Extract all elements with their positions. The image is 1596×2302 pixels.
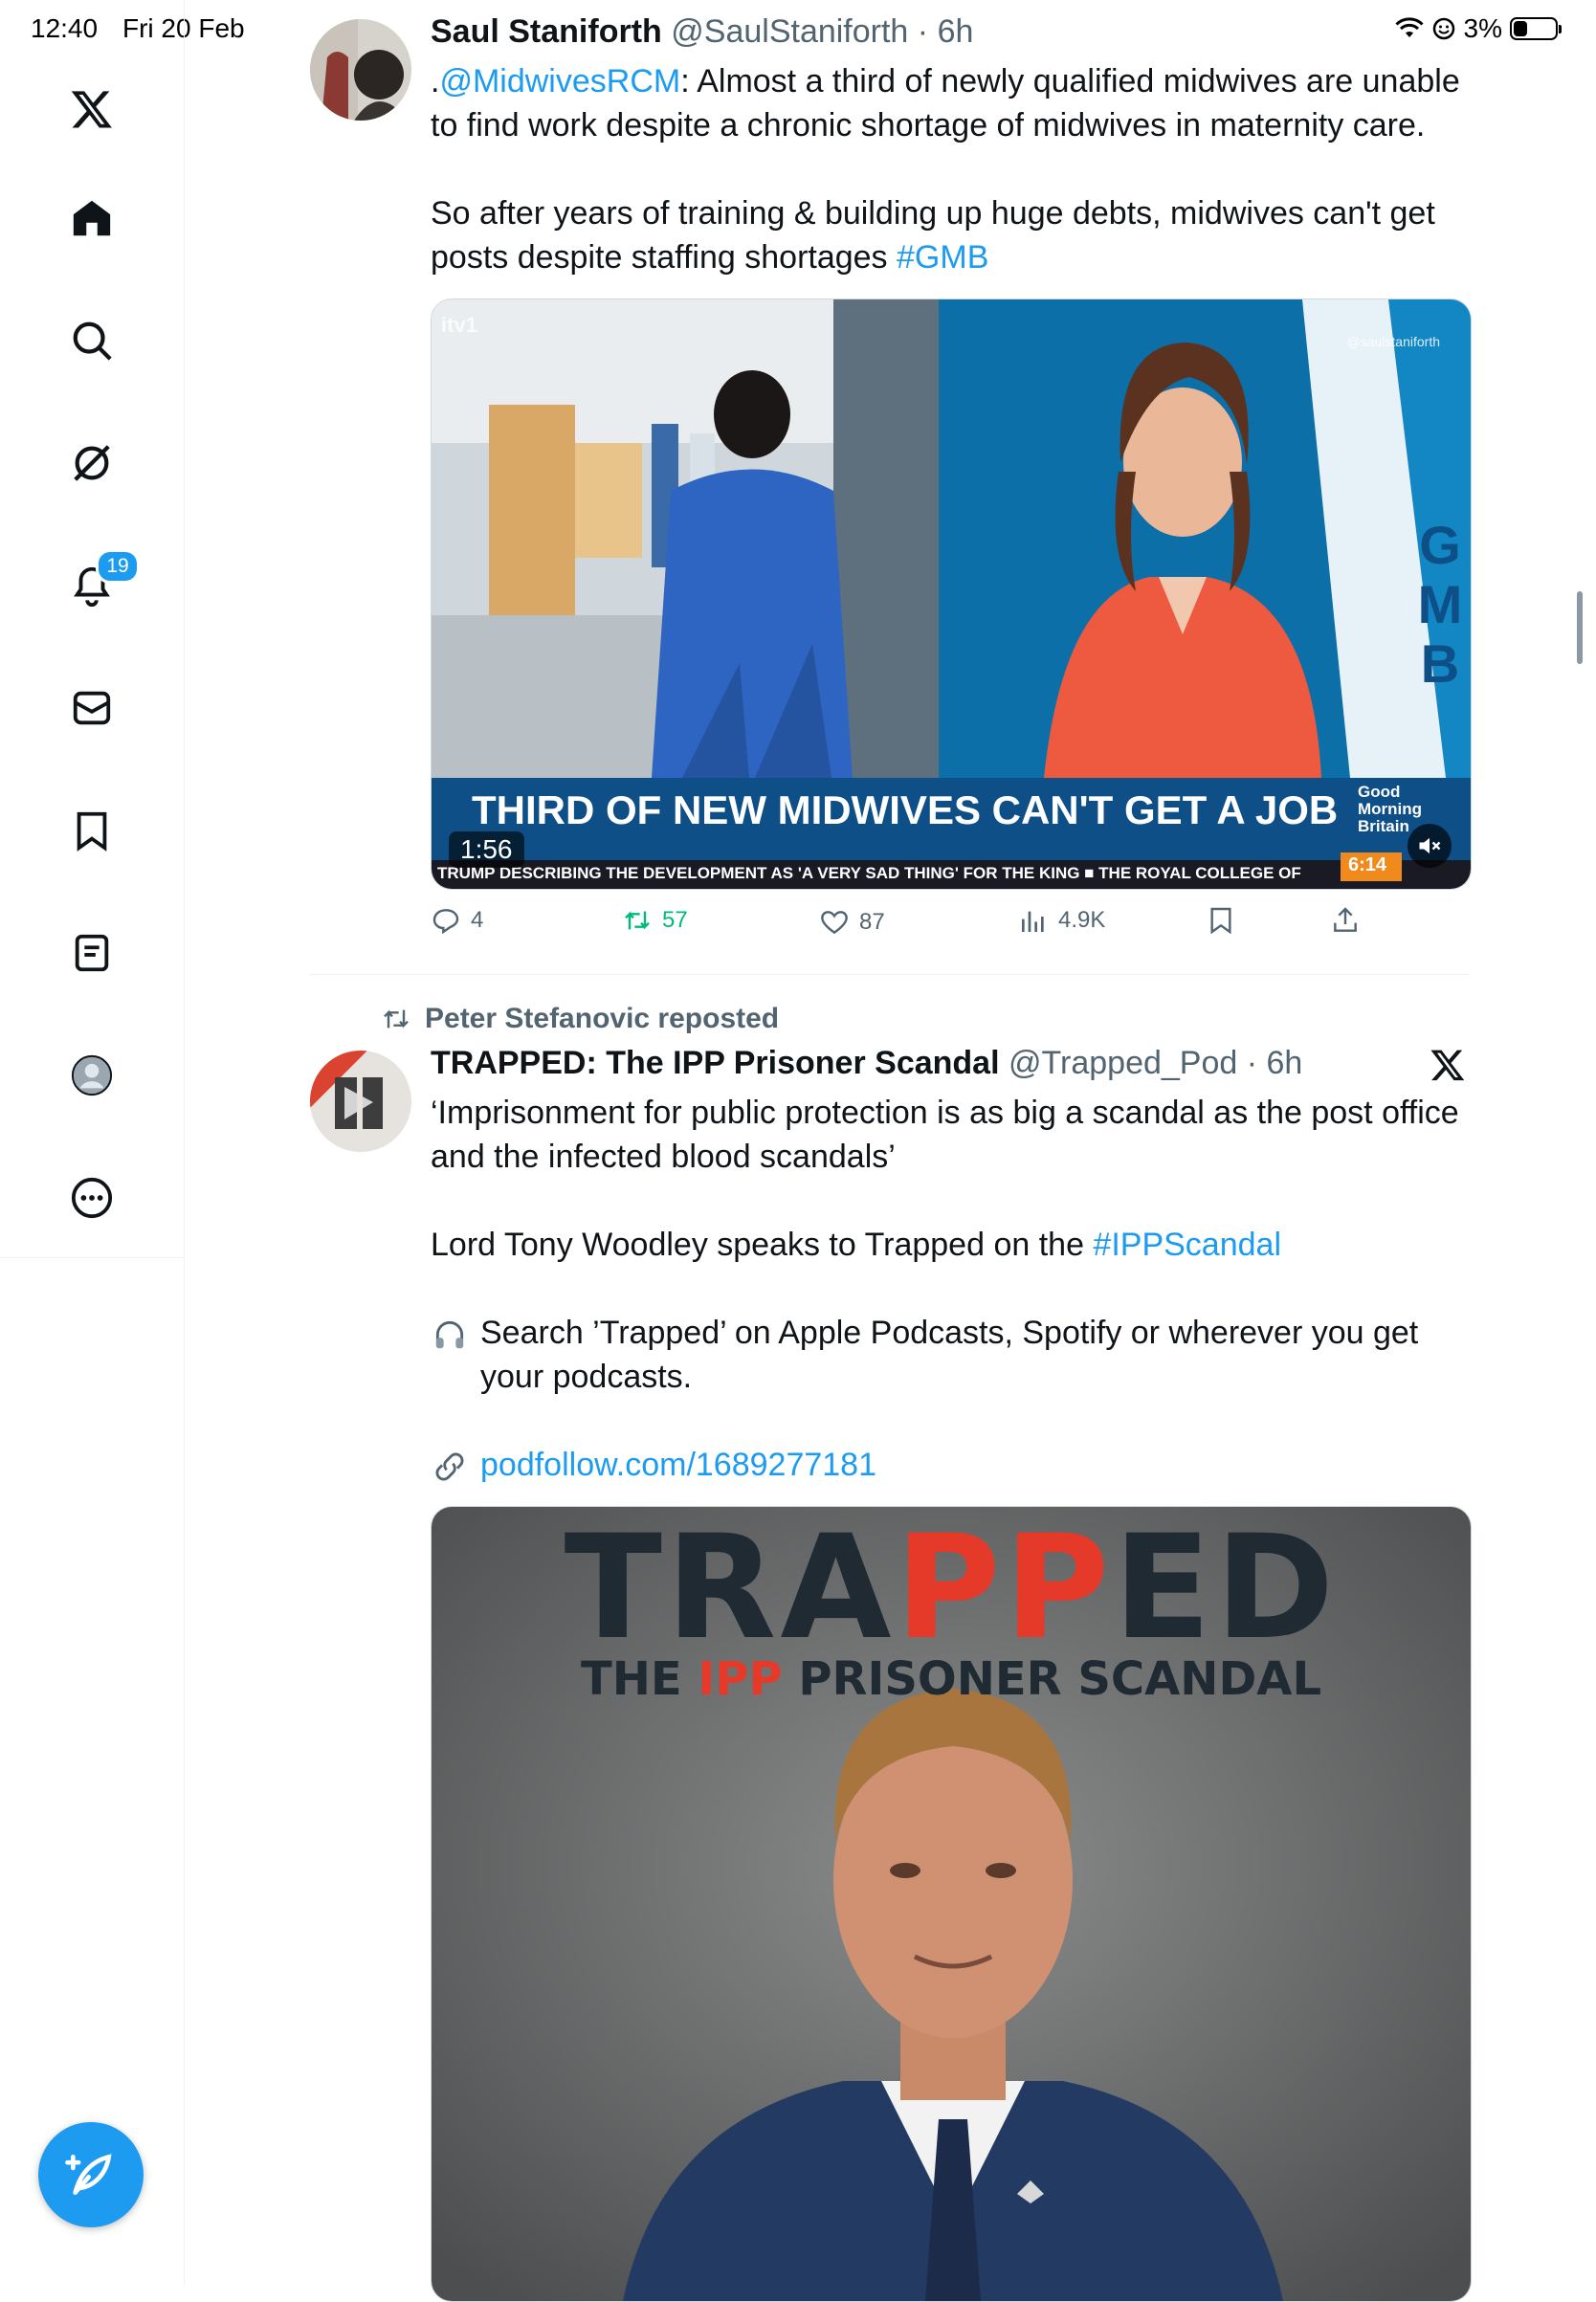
reply-count: 4 [471, 907, 484, 933]
text-body-3: Search ’Trapped’ on Apple Podcasts, Spot… [480, 1315, 1419, 1395]
search-icon[interactable] [54, 302, 130, 379]
artwork-title: TRAPPED [564, 1506, 1339, 1671]
views-icon [1022, 911, 1044, 932]
reply-button[interactable]: 4 [431, 905, 483, 936]
views-button[interactable]: 4.9K [1018, 905, 1105, 936]
profile-icon[interactable] [54, 1037, 130, 1114]
video-headline: THIRD OF NEW MIDWIVES CAN'T GET A JOB [472, 787, 1339, 832]
repost-icon [625, 911, 650, 930]
tweet-divider [310, 974, 1470, 975]
sidebar: 19 [0, 0, 185, 2285]
share-icon [1334, 907, 1357, 932]
text-body: ‘Imprisonment for public protection is a… [431, 1095, 1459, 1175]
mute-button[interactable] [1408, 824, 1452, 868]
muted-speaker-icon [1419, 837, 1441, 854]
headphones-icon [435, 1320, 464, 1349]
tweet-time: · 6h [1246, 1045, 1303, 1081]
x-logo-icon[interactable] [54, 71, 130, 147]
avatar[interactable] [310, 19, 411, 121]
bookmark-icon [1210, 907, 1231, 935]
reply-icon [432, 909, 459, 935]
repost-icon [384, 1009, 409, 1029]
x-logo-icon [1430, 1047, 1466, 1088]
scrollbar[interactable] [1577, 591, 1583, 664]
hashtag-link[interactable]: #GMB [897, 239, 988, 276]
share-button[interactable] [1330, 905, 1361, 936]
views-count: 4.9K [1058, 907, 1106, 933]
repost-indicator: Peter Stefanovic reposted [381, 1003, 779, 1035]
focus-icon [1432, 17, 1454, 40]
author-handle[interactable]: @SaulStaniforth [671, 13, 908, 50]
sidebar-divider [0, 1257, 184, 1258]
artwork-subtitle: THE IPP PRISONER SCANDAL [580, 1652, 1322, 1706]
status-indicators: 3% [1394, 13, 1562, 44]
bookmark-icon[interactable] [54, 792, 130, 869]
battery-icon [1510, 17, 1562, 40]
studio-letters: G M B [1417, 515, 1463, 694]
wifi-icon [1394, 17, 1424, 37]
tweet-text: .@MidwivesRCM: Almost a third of newly q… [431, 59, 1474, 279]
heart-icon [821, 911, 848, 935]
home-icon[interactable] [54, 180, 130, 256]
channel-logo: itv1 [441, 313, 477, 337]
video-player[interactable]: itv1 @saulstaniforth G M B THIRD OF NEW … [431, 299, 1472, 890]
author-name[interactable]: Saul Staniforth [431, 13, 662, 50]
more-icon[interactable] [54, 1160, 130, 1236]
repost-by-label[interactable]: Peter Stefanovic reposted [425, 1003, 779, 1035]
video-duration: 1:56 [449, 831, 524, 868]
battery-percent: 3% [1463, 13, 1502, 43]
bookmark-button[interactable] [1206, 905, 1236, 936]
bell-icon[interactable]: 19 [54, 547, 140, 624]
tweet-actions: 4 57 87 4.9K [431, 905, 1470, 947]
tweet-header: Saul Staniforth @SaulStaniforth · 6h [431, 13, 973, 51]
repost-count: 57 [662, 907, 688, 933]
like-button[interactable]: 87 [819, 907, 885, 938]
tweet-time: · 6h [917, 13, 974, 50]
notification-badge: 19 [96, 549, 140, 584]
grok-icon[interactable] [54, 425, 130, 501]
compose-icon [65, 2154, 112, 2195]
tweet-text: ‘Imprisonment for public protection is a… [431, 1091, 1474, 1487]
tweet-header: TRAPPED: The IPP Prisoner Scandal @Trapp… [431, 1045, 1302, 1082]
repost-button[interactable]: 57 [622, 905, 688, 936]
video-watermark: @saulstaniforth [1346, 334, 1440, 349]
hashtag-link[interactable]: #IPPScandal [1093, 1227, 1281, 1263]
tweet-image[interactable]: TRAPPED THE IPP PRISONER SCANDAL [431, 1506, 1472, 2302]
like-count: 87 [859, 909, 885, 935]
text-body-2: Lord Tony Woodley speaks to Trapped on t… [431, 1227, 1094, 1263]
compose-button[interactable] [38, 2122, 144, 2227]
link-icon [435, 1452, 464, 1481]
mention-link[interactable]: @MidwivesRCM [439, 63, 680, 100]
mail-icon[interactable] [54, 670, 130, 746]
gmb-logo: Good Morning Britain [1358, 783, 1423, 835]
author-name[interactable]: TRAPPED: The IPP Prisoner Scandal [431, 1045, 1000, 1081]
external-link[interactable]: podfollow.com/1689277181 [480, 1447, 876, 1483]
ticker-clock: 6:14 [1348, 854, 1387, 875]
avatar[interactable] [310, 1051, 411, 1152]
author-handle[interactable]: @Trapped_Pod [1009, 1045, 1237, 1081]
news-ticker: TRUMP DESCRIBING THE DEVELOPMENT AS 'A V… [437, 864, 1301, 882]
list-icon[interactable] [54, 915, 130, 991]
